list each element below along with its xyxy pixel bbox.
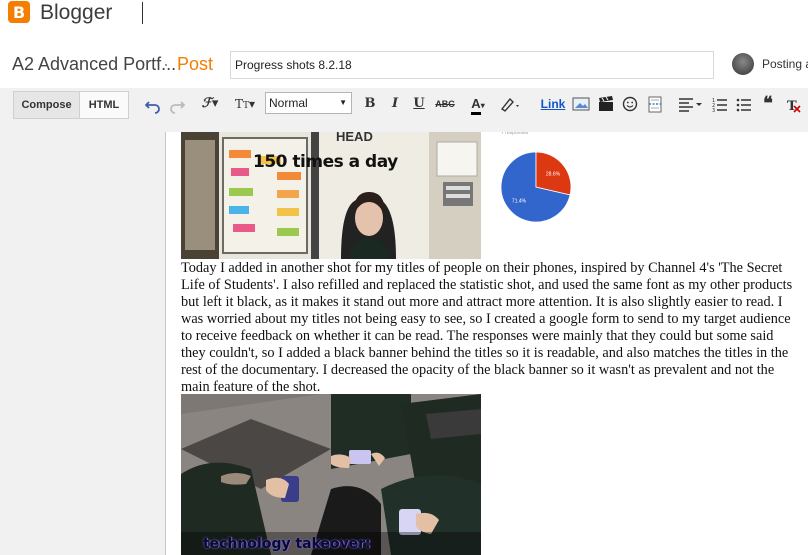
chart-header-text: 7 responses	[501, 132, 529, 136]
pie-chart: 7 responses 71.4%28.6% YesNo	[500, 132, 572, 223]
image-icon[interactable]	[571, 93, 591, 115]
avatar[interactable]	[732, 53, 754, 75]
underline-icon[interactable]: U	[411, 93, 427, 115]
post-image-2[interactable]: technology takeover:	[181, 394, 481, 555]
pie-chart-image[interactable]: 7 responses 71.4%28.6% YesNo	[481, 132, 806, 259]
html-button[interactable]: HTML	[80, 92, 128, 118]
quote-icon[interactable]: ❝	[759, 93, 777, 115]
compose-button[interactable]: Compose	[14, 92, 80, 118]
editor-toolbar: Compose HTML ℱ▾ TT▾ Normal ▼ B I U ABC A…	[0, 88, 808, 124]
svg-text:3: 3	[712, 108, 715, 114]
highlight-icon[interactable]	[498, 93, 526, 115]
pie-label-no: 28.6%	[546, 171, 561, 177]
paragraph-style-select[interactable]: Normal ▼	[265, 92, 352, 114]
post-title-row: A2 Advanced Portf... · Post Progress sho…	[0, 40, 808, 88]
video-icon[interactable]	[596, 93, 616, 115]
top-bar: B Blogger	[0, 0, 808, 40]
bullet-list-icon[interactable]	[735, 93, 753, 115]
header-divider	[142, 2, 143, 24]
font-size-icon[interactable]: TT▾	[230, 93, 260, 115]
logo-letter: B	[13, 3, 26, 22]
numbered-list-icon[interactable]: 123	[711, 93, 729, 115]
title-separator: ·	[163, 54, 169, 74]
image1-caption: 150 times a day	[253, 152, 398, 172]
post-body-text[interactable]: Today I added in another shot for my tit…	[181, 260, 793, 396]
bold-icon[interactable]: B	[362, 93, 378, 115]
undo-icon[interactable]	[144, 93, 162, 115]
blogger-logo-icon[interactable]: B	[8, 1, 30, 23]
pie-label-yes: 71.4%	[512, 199, 527, 205]
style-value: Normal	[269, 96, 308, 110]
posting-as-label: Posting a	[762, 57, 808, 71]
image2-caption: technology takeover:	[203, 536, 371, 552]
clear-format-icon[interactable]: T	[784, 93, 802, 115]
redo-icon[interactable]	[168, 93, 186, 115]
link-button[interactable]: Link	[540, 93, 566, 115]
editor-area: HEAD 150 times a day 7 responses 71.4% 28…	[0, 124, 808, 555]
emoji-icon[interactable]	[620, 93, 640, 115]
align-icon[interactable]	[675, 93, 705, 115]
blog-name[interactable]: A2 Advanced Portf...	[12, 54, 176, 75]
jump-break-icon[interactable]	[645, 93, 665, 115]
post-image-1[interactable]: HEAD 150 times a day	[181, 132, 481, 259]
font-family-icon[interactable]: ℱ▾	[196, 93, 224, 115]
brand-name[interactable]: Blogger	[40, 1, 112, 25]
strikethrough-icon[interactable]: ABC	[434, 93, 456, 115]
mode-toggle: Compose HTML	[13, 91, 129, 119]
text-color-letter: A	[471, 96, 481, 115]
post-label: Post	[177, 54, 214, 74]
italic-icon[interactable]: I	[387, 93, 403, 115]
image1-sign: HEAD	[336, 132, 373, 144]
post-body-editor[interactable]: HEAD 150 times a day 7 responses 71.4% 28…	[165, 132, 808, 555]
post-title-input[interactable]: Progress shots 8.2.18	[230, 51, 714, 79]
chevron-down-icon: ▼	[339, 98, 347, 107]
text-color-icon[interactable]: A▾	[464, 93, 492, 115]
